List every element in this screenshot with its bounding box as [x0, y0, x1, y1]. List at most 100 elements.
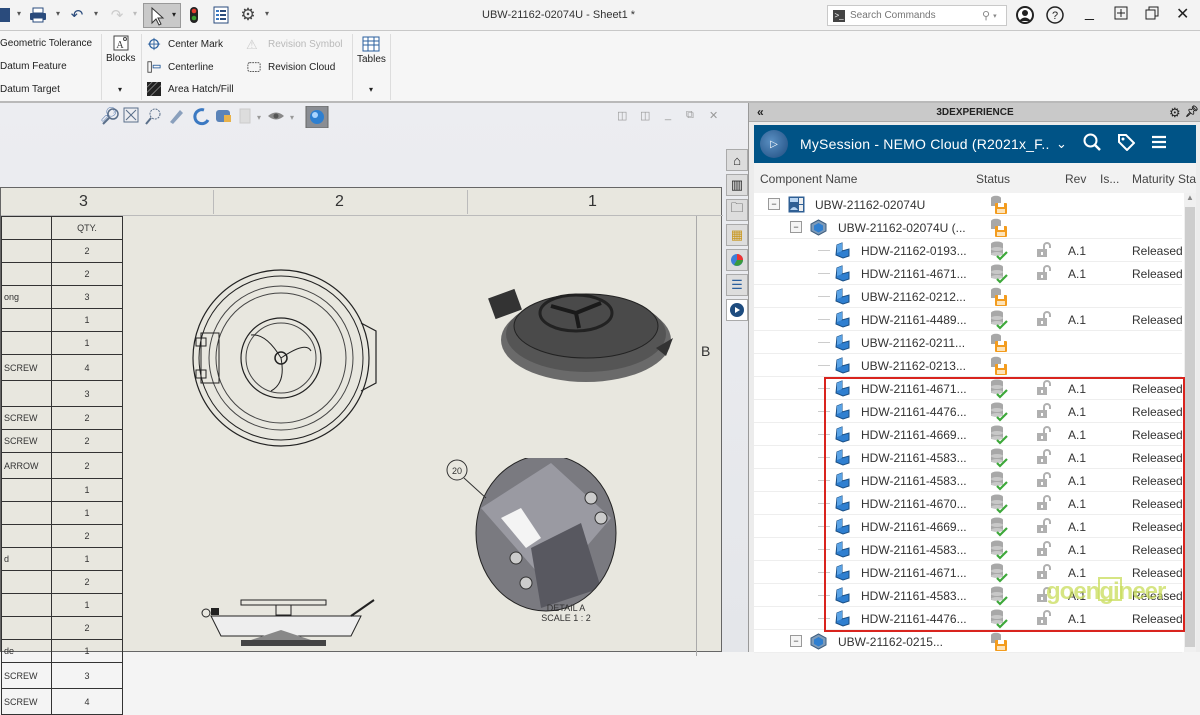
- datum-feature-button[interactable]: Datum Feature: [0, 61, 67, 72]
- bom-row[interactable]: 2: [1, 262, 123, 286]
- unlocked-icon[interactable]: [1036, 311, 1052, 327]
- tables-dropdown-icon[interactable]: ▾: [369, 85, 373, 94]
- rebuild-icon[interactable]: [216, 110, 231, 122]
- search-dropdown-icon[interactable]: ▾: [993, 12, 997, 20]
- print-dropdown-icon[interactable]: ▾: [56, 9, 60, 18]
- bom-row[interactable]: 2: [1, 239, 123, 263]
- search-commands-input[interactable]: [850, 10, 980, 21]
- collapse-toggle[interactable]: −: [768, 198, 780, 210]
- blocks-dropdown-icon[interactable]: ▾: [118, 85, 122, 94]
- home-icon[interactable]: ⌂: [726, 149, 748, 171]
- select-button[interactable]: ▾: [143, 3, 181, 28]
- undo-icon[interactable]: ↶: [68, 5, 86, 25]
- column-maturity-state[interactable]: Maturity Sta: [1132, 172, 1196, 186]
- design-library-icon[interactable]: ▥: [726, 174, 748, 196]
- column-rev[interactable]: Rev: [1065, 172, 1086, 186]
- help-icon[interactable]: ?: [1046, 6, 1064, 29]
- bom-row[interactable]: 1: [1, 308, 123, 332]
- bom-row[interactable]: 1: [1, 501, 123, 525]
- save-dropdown-icon[interactable]: ▾: [17, 9, 21, 18]
- bom-row[interactable]: SCREW 2: [1, 406, 123, 430]
- collapse-panel-icon[interactable]: «: [757, 103, 764, 122]
- scrollbar-thumb[interactable]: [1185, 207, 1195, 647]
- 3dexperience-tab-icon[interactable]: [726, 299, 748, 321]
- menu-icon[interactable]: [1151, 134, 1167, 155]
- collapse-toggle[interactable]: −: [790, 221, 802, 233]
- bom-row[interactable]: d1: [1, 547, 123, 571]
- component-row[interactable]: − UBW-21162-02074U: [754, 193, 1182, 216]
- component-row[interactable]: HDW-21162-0193... A.1 Released: [754, 239, 1183, 262]
- file-properties-icon[interactable]: [212, 5, 230, 25]
- tile-left-icon[interactable]: ◫: [617, 109, 627, 122]
- hide-show-items-icon[interactable]: [268, 112, 284, 120]
- search-icon[interactable]: [1083, 133, 1101, 156]
- bom-row[interactable]: 2: [1, 616, 123, 640]
- component-row[interactable]: HDW-21161-4671... A.1 Released: [754, 262, 1183, 285]
- zoom-to-selection-icon[interactable]: [145, 108, 161, 125]
- tile-windows-icon[interactable]: [1114, 6, 1128, 25]
- collapse-toggle[interactable]: −: [790, 635, 802, 647]
- select-dropdown-icon[interactable]: ▾: [172, 10, 176, 19]
- bom-row[interactable]: 1: [1, 331, 123, 355]
- canvas-close-icon[interactable]: ✕: [709, 109, 718, 122]
- centerline-button[interactable]: Centerline: [146, 60, 214, 74]
- file-explorer-icon[interactable]: 🗀︎: [726, 199, 748, 221]
- geometric-tolerance-button[interactable]: Geometric Tolerance: [0, 38, 92, 49]
- bom-row[interactable]: SCREW 2: [1, 429, 123, 453]
- unlocked-icon[interactable]: [1036, 242, 1052, 258]
- top-view-drawing[interactable]: [176, 263, 396, 463]
- component-row[interactable]: HDW-21161-4489... A.1 Released: [754, 308, 1183, 331]
- bom-row[interactable]: 2: [1, 570, 123, 594]
- isometric-view-drawing[interactable]: [481, 278, 681, 398]
- user-icon[interactable]: [1016, 6, 1034, 29]
- scroll-up-icon[interactable]: ▲: [1186, 193, 1194, 202]
- column-status[interactable]: Status: [976, 172, 1010, 186]
- bom-row[interactable]: SCREW 4: [1, 354, 123, 381]
- restore-icon[interactable]: [1145, 6, 1159, 25]
- search-icon[interactable]: ⚲: [982, 9, 990, 22]
- datum-target-button[interactable]: Datum Target: [0, 84, 60, 95]
- previous-view-icon[interactable]: [170, 110, 183, 124]
- bom-row[interactable]: ARROW 2: [1, 452, 123, 479]
- column-is[interactable]: Is...: [1100, 172, 1119, 186]
- zoom-to-area-icon[interactable]: [102, 108, 119, 125]
- unlocked-icon[interactable]: [1036, 265, 1052, 281]
- drawing-sheet[interactable]: 3 2 1 B QTY. 2 2 ong 3 1 1 SCREW 4 3 SCREW 2 SCREW 2…: [0, 187, 723, 715]
- tables-button[interactable]: Tables: [357, 36, 386, 65]
- session-compass-icon[interactable]: ▷: [760, 130, 788, 158]
- session-dropdown-icon[interactable]: ⌄: [1056, 136, 1067, 152]
- hide-show-dropdown-icon[interactable]: ▾: [290, 113, 294, 122]
- column-component-name[interactable]: Component Name: [760, 172, 857, 186]
- close-icon[interactable]: ✕: [1176, 4, 1189, 24]
- pin-icon[interactable]: 📌︎: [1185, 103, 1199, 122]
- bom-row[interactable]: ong 3: [1, 285, 123, 309]
- search-commands-box[interactable]: >_ ⚲ ▾: [827, 5, 1007, 26]
- traffic-light-icon[interactable]: [188, 5, 200, 25]
- bom-row[interactable]: 1: [1, 478, 123, 502]
- save-icon[interactable]: [0, 8, 10, 22]
- side-view-drawing[interactable]: [196, 588, 386, 658]
- component-row[interactable]: UBW-21162-0213...: [754, 354, 1182, 377]
- bom-row[interactable]: SCREW 3: [1, 662, 123, 689]
- rotate-view-icon[interactable]: [193, 108, 210, 126]
- component-row[interactable]: UBW-21162-0211...: [754, 331, 1182, 354]
- tag-icon[interactable]: [1117, 133, 1136, 156]
- bom-row[interactable]: de 1: [1, 639, 123, 663]
- canvas-minimize-icon[interactable]: _: [665, 109, 671, 121]
- view-palette-icon[interactable]: ▦: [726, 224, 748, 246]
- panel-settings-icon[interactable]: ⚙: [1169, 103, 1181, 122]
- tile-right-icon[interactable]: ◫: [640, 109, 650, 122]
- custom-properties-icon[interactable]: ☰: [726, 274, 748, 296]
- bill-of-materials-table[interactable]: QTY. 2 2 ong 3 1 1 SCREW 4 3 SCREW 2 SCREW 2 ARROW 2 1 1…: [1, 216, 123, 715]
- print-icon[interactable]: [28, 5, 48, 25]
- zoom-to-fit-icon[interactable]: [123, 107, 139, 123]
- display-style-dropdown-icon[interactable]: ▾: [257, 113, 261, 122]
- center-mark-button[interactable]: Center Mark: [146, 37, 223, 51]
- area-hatch-fill-button[interactable]: Area Hatch/Fill: [146, 82, 234, 96]
- bom-row[interactable]: 1: [1, 593, 123, 617]
- minimize-icon[interactable]: _: [1085, 4, 1094, 22]
- bom-row[interactable]: 3: [1, 380, 123, 407]
- component-row[interactable]: UBW-21162-0212...: [754, 285, 1182, 308]
- undo-dropdown-icon[interactable]: ▾: [94, 9, 98, 18]
- appearances-icon[interactable]: [726, 249, 748, 271]
